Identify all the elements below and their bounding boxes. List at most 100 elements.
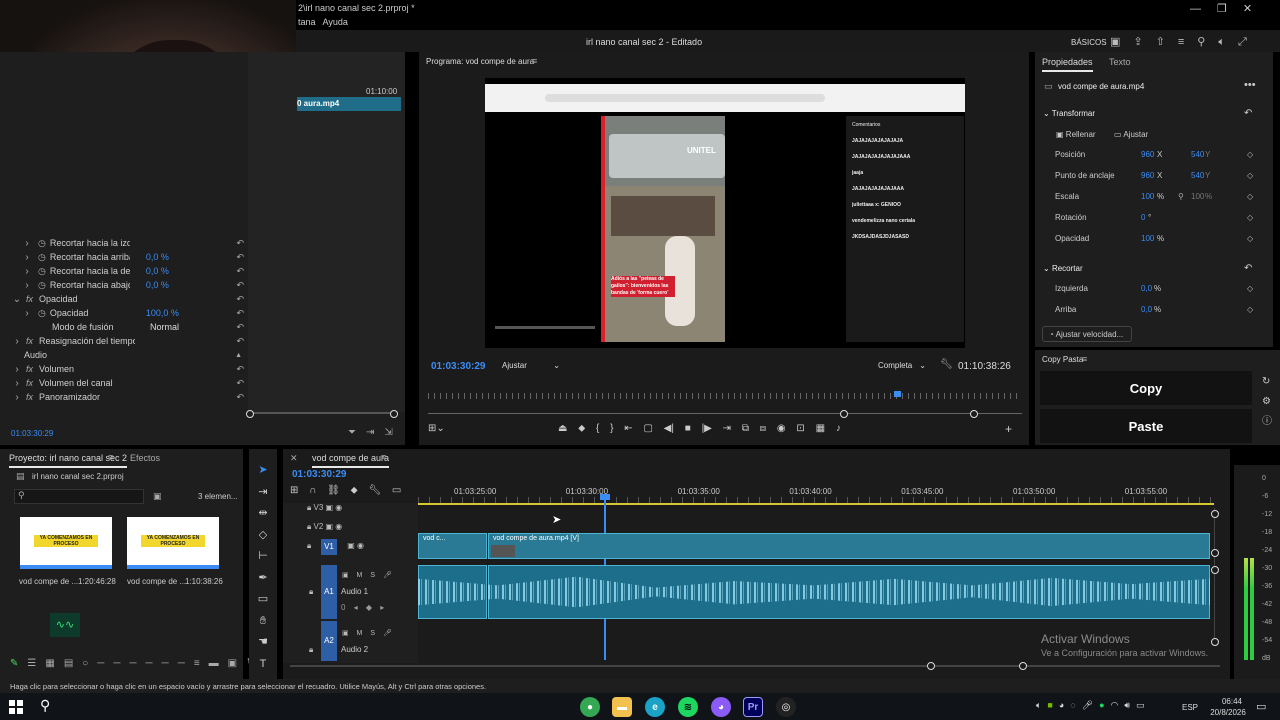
linked-icon[interactable]: ⛓︎ xyxy=(327,485,340,496)
search-icon[interactable]: ⚲ xyxy=(1197,36,1218,48)
toggle-proxy-icon[interactable]: ▦ xyxy=(816,423,825,434)
ec-scroll-handle-left[interactable] xyxy=(246,410,254,418)
project-menu-icon[interactable]: ≡ xyxy=(108,452,113,462)
track-a1-controls[interactable]: ▣ M S 🎤︎ xyxy=(342,571,392,579)
goto-in-icon[interactable]: ⇤ xyxy=(624,423,632,434)
close-icon[interactable]: ✕ xyxy=(1243,3,1268,15)
marker-icon[interactable]: ⬥ xyxy=(578,423,585,434)
track-a2-lock-icon[interactable]: 🔒︎ xyxy=(309,645,313,655)
property-value-2[interactable]: 540 xyxy=(1191,171,1204,180)
pen-icon[interactable]: ✒ xyxy=(255,568,271,590)
chevron-right-icon[interactable]: › xyxy=(10,376,24,390)
reset-icon[interactable]: ↶ xyxy=(236,378,244,389)
reset-icon[interactable]: ↶ xyxy=(1244,108,1252,119)
property-value-1[interactable]: 100 xyxy=(1141,234,1154,243)
blend-mode-dropdown[interactable]: Normal xyxy=(150,322,230,332)
mic-tray-icon[interactable]: 🎤︎ xyxy=(1082,700,1099,710)
effect-row[interactable]: ⌄ fx Opacidad ↶ xyxy=(0,292,248,306)
mark-out-icon[interactable]: } xyxy=(610,423,613,434)
audio-icon[interactable]: ♪ xyxy=(836,423,841,434)
volume-icon[interactable]: 🔈︎ xyxy=(1218,36,1238,48)
track-select-icon[interactable]: ⇥ xyxy=(255,482,271,504)
add-button-icon[interactable]: + xyxy=(1005,422,1012,436)
effect-row[interactable]: › fx Reasignación del tiempo ↶ xyxy=(0,334,248,348)
discord-app-icon[interactable]: ◕ xyxy=(711,697,731,717)
battery-tray-icon[interactable]: ▭ xyxy=(1136,700,1151,710)
stopwatch-icon[interactable]: ◷ xyxy=(38,308,46,319)
fit-dropdown[interactable]: Ajustar ⌄ xyxy=(502,361,560,370)
rectangle-icon[interactable]: ▭ xyxy=(255,589,271,611)
workspaces-icon[interactable]: ▣ xyxy=(1110,36,1133,48)
keyframe-icon[interactable]: ◇ xyxy=(1247,150,1253,159)
track-v3-header[interactable]: 🔒︎ V3 ▣ ◉ xyxy=(307,503,342,513)
stop-icon[interactable]: ■ xyxy=(685,423,691,434)
razor-icon[interactable]: ◇ xyxy=(255,525,271,547)
taskbar-time[interactable]: 06:44 xyxy=(1212,697,1252,706)
timeline-zoom-handle-left[interactable] xyxy=(927,662,935,670)
inout-handle-left[interactable] xyxy=(840,410,848,418)
program-ruler[interactable] xyxy=(428,393,1022,399)
program-timecode[interactable]: 01:03:30:29 xyxy=(431,361,485,372)
pencil-icon[interactable]: ✎ xyxy=(10,658,27,669)
reset-icon[interactable]: ↶ xyxy=(236,392,244,403)
new-bin-icon[interactable]: ▣ xyxy=(153,491,162,502)
effect-row-value[interactable]: 0,0 % xyxy=(146,266,169,276)
property-value-2[interactable]: 540 xyxy=(1191,150,1204,159)
taskbar-search-icon[interactable]: ⚲ xyxy=(40,697,50,714)
keyframe-icon[interactable]: ◇ xyxy=(1247,284,1253,293)
discord-tray-icon[interactable]: ◕ xyxy=(1059,700,1070,710)
effect-row[interactable]: › fx Volumen ↶ xyxy=(0,362,248,376)
reset-icon[interactable]: ↶ xyxy=(236,308,244,319)
tab-timeline[interactable]: vod compe de aura xyxy=(312,453,390,468)
timeline-menu-icon[interactable]: ≡ xyxy=(381,452,386,462)
bin-icon[interactable]: ▬ xyxy=(209,658,228,669)
new-item-icon[interactable]: ▣ xyxy=(228,658,246,669)
reset-icon[interactable]: ↶ xyxy=(236,238,244,249)
fill-button[interactable]: ▣ Rellenar xyxy=(1056,130,1096,139)
sort-icon[interactable]: ≡ xyxy=(194,658,209,669)
more-icon[interactable]: ••• xyxy=(1244,79,1256,91)
audio-tray-icon[interactable]: 🔈︎ xyxy=(1036,700,1047,710)
settings-icon[interactable]: ⚙ xyxy=(1262,392,1272,412)
chrome-app-icon[interactable]: ● xyxy=(580,697,600,717)
stopwatch-icon[interactable]: ◷ xyxy=(38,238,46,249)
inout-handle-right[interactable] xyxy=(970,410,978,418)
effect-row-value[interactable]: 100,0 % xyxy=(146,308,179,318)
icon-view-icon[interactable]: ▦ xyxy=(45,658,63,669)
track-a1-keyframe-controls[interactable]: 0 ◂ ◆ ▸ xyxy=(341,603,384,612)
minimize-icon[interactable]: — xyxy=(1190,3,1217,15)
project-item-1[interactable]: YA COMENZAMOS EN PROCESO xyxy=(20,517,112,569)
reset-icon[interactable]: ↶ xyxy=(236,280,244,291)
effect-row[interactable]: › ◷Recortar hacia la dere... 0,0 % ↶ xyxy=(0,264,248,278)
reset-icon[interactable]: ↶ xyxy=(236,364,244,375)
track-a2-controls[interactable]: ▣ M S 🎤︎ xyxy=(342,629,392,637)
snap-icon[interactable]: ∩ xyxy=(309,485,316,496)
chevron-right-icon[interactable]: › xyxy=(20,264,34,278)
menu-icon[interactable]: ≡ xyxy=(1178,36,1197,48)
fx-icon[interactable]: fx xyxy=(26,378,33,388)
property-value-2[interactable]: 100 xyxy=(1191,192,1204,201)
effect-row[interactable]: ›Modo de fusiónNormal↶ xyxy=(0,320,248,334)
menu-ventana[interactable]: tana xyxy=(298,17,316,27)
reset-icon[interactable]: ↶ xyxy=(236,266,244,277)
timeline-settings-icon[interactable]: 🔧︎ xyxy=(368,485,381,496)
refresh-icon[interactable]: ↻ xyxy=(1262,372,1272,392)
tab-propiedades[interactable]: Propiedades xyxy=(1042,57,1093,72)
goto-out-icon[interactable]: ⇥ xyxy=(723,423,731,434)
crop-value[interactable]: 0,0 xyxy=(1141,305,1152,314)
chevron-right-icon[interactable]: › xyxy=(20,306,34,320)
tab-efectos[interactable]: Efectos xyxy=(130,453,160,463)
effect-row-value[interactable]: 0,0 % xyxy=(146,280,169,290)
effect-row-value[interactable]: 0,0 % xyxy=(146,252,169,262)
ec-timecode[interactable]: 01:03:30:29 xyxy=(11,429,53,438)
fx-icon[interactable]: fx xyxy=(26,294,33,304)
camera-icon[interactable]: ◉ xyxy=(777,423,786,434)
property-value-1[interactable]: 100 xyxy=(1141,192,1154,201)
chevron-right-icon[interactable]: › xyxy=(20,250,34,264)
chevron-right-icon[interactable]: › xyxy=(10,390,24,404)
keyframe-icon[interactable]: ◇ xyxy=(1247,305,1253,314)
quality-dropdown[interactable]: Completa ⌄ xyxy=(878,361,926,370)
collapse-icon[interactable]: ▲ xyxy=(235,352,242,359)
video-clip-main[interactable] xyxy=(488,533,1210,559)
mark-in-icon[interactable]: { xyxy=(596,423,599,434)
